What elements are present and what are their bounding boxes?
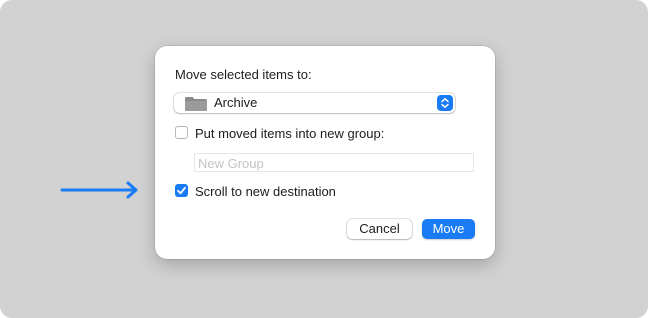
arrow-right-icon [60, 181, 138, 199]
checkmark-icon [177, 186, 186, 195]
scroll-destination-checkbox[interactable] [175, 184, 188, 197]
destination-popup[interactable]: Archive [174, 93, 455, 113]
destination-value: Archive [214, 95, 258, 110]
folder-icon [185, 97, 207, 111]
new-group-label: Put moved items into new group: [195, 126, 385, 141]
popup-arrows-icon [437, 95, 453, 111]
dialog-prompt-label: Move selected items to: [175, 67, 312, 82]
scroll-destination-label: Scroll to new destination [195, 184, 336, 199]
move-button[interactable]: Move [422, 219, 475, 239]
cancel-button[interactable]: Cancel [347, 219, 412, 239]
new-group-checkbox[interactable] [175, 126, 188, 139]
new-group-field[interactable] [194, 153, 474, 172]
move-items-dialog: Move selected items to: Archive Put move… [155, 46, 495, 259]
